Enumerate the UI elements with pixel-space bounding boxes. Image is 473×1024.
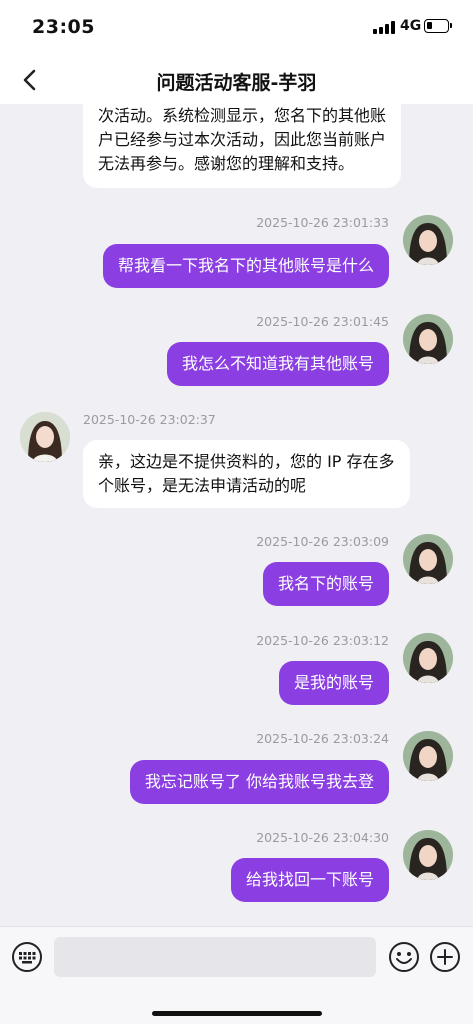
user-message-bubble: 是我的账号 xyxy=(278,661,389,705)
message-timestamp: 2025-10-26 23:03:24 xyxy=(256,731,389,746)
smile-icon xyxy=(389,942,419,972)
agent-message-bubble: 次活动。系统检测显示，您名下的其他账 户已经参与过本次活动，因此您当前账户 无法… xyxy=(83,104,402,188)
network-type: 4G xyxy=(400,18,422,34)
status-bar: 23:05 4G xyxy=(0,0,473,56)
message-line: 户已经参与过本次活动，因此您当前账户 xyxy=(98,130,387,149)
user-avatar[interactable] xyxy=(403,633,453,683)
user-message-bubble: 我忘记账号了 你给我账号我去登 xyxy=(129,760,389,804)
chat-header: 问题活动客服-芋羽 xyxy=(0,56,473,104)
agent-avatar[interactable] xyxy=(20,412,70,462)
user-avatar[interactable] xyxy=(403,215,453,265)
message-timestamp: 2025-10-26 23:03:12 xyxy=(256,633,389,648)
message-line: 次活动。系统检测显示，您名下的其他账 xyxy=(98,106,387,125)
message-timestamp: 2025-10-26 23:04:30 xyxy=(256,830,389,845)
user-avatar[interactable] xyxy=(403,314,453,364)
user-message-bubble: 给我找回一下账号 xyxy=(230,858,389,902)
message-timestamp: 2025-10-26 23:01:45 xyxy=(256,314,389,329)
home-indicator xyxy=(152,1011,322,1016)
message-input[interactable] xyxy=(54,937,376,977)
emoji-button[interactable] xyxy=(388,941,420,973)
user-message-bubble: 我名下的账号 xyxy=(262,562,389,606)
battery-icon xyxy=(424,19,452,33)
message-timestamp: 2025-10-26 23:03:09 xyxy=(256,534,389,549)
user-avatar[interactable] xyxy=(403,830,453,880)
agent-message-bubble: 亲，这边是不提供资料的，您的 IP 存在多 个账号，是无法申请活动的呢 xyxy=(83,440,410,508)
page-title: 问题活动客服-芋羽 xyxy=(156,72,317,94)
user-message-bubble: 我怎么不知道我有其他账号 xyxy=(166,342,389,386)
status-time: 23:05 xyxy=(32,16,95,38)
message-line: 无法再参与。感谢您的理解和支持。 xyxy=(98,154,355,173)
message-timestamp: 2025-10-26 23:01:33 xyxy=(256,215,389,230)
signal-icon xyxy=(373,21,395,34)
user-avatar[interactable] xyxy=(403,731,453,781)
message-line: 亲，这边是不提供资料的，您的 IP 存在多 xyxy=(98,452,395,471)
input-bar xyxy=(0,926,473,1024)
keyboard-icon xyxy=(12,942,42,972)
more-button[interactable] xyxy=(429,941,461,973)
keyboard-button[interactable] xyxy=(11,941,43,973)
plus-circle-icon xyxy=(430,942,460,972)
user-message-bubble: 帮我看一下我名下的其他账号是什么 xyxy=(102,244,389,288)
message-list[interactable]: 次活动。系统检测显示，您名下的其他账 户已经参与过本次活动，因此您当前账户 无法… xyxy=(0,104,473,926)
message-timestamp: 2025-10-26 23:02:37 xyxy=(83,412,216,427)
message-line: 个账号，是无法申请活动的呢 xyxy=(98,476,307,495)
user-avatar[interactable] xyxy=(403,534,453,584)
